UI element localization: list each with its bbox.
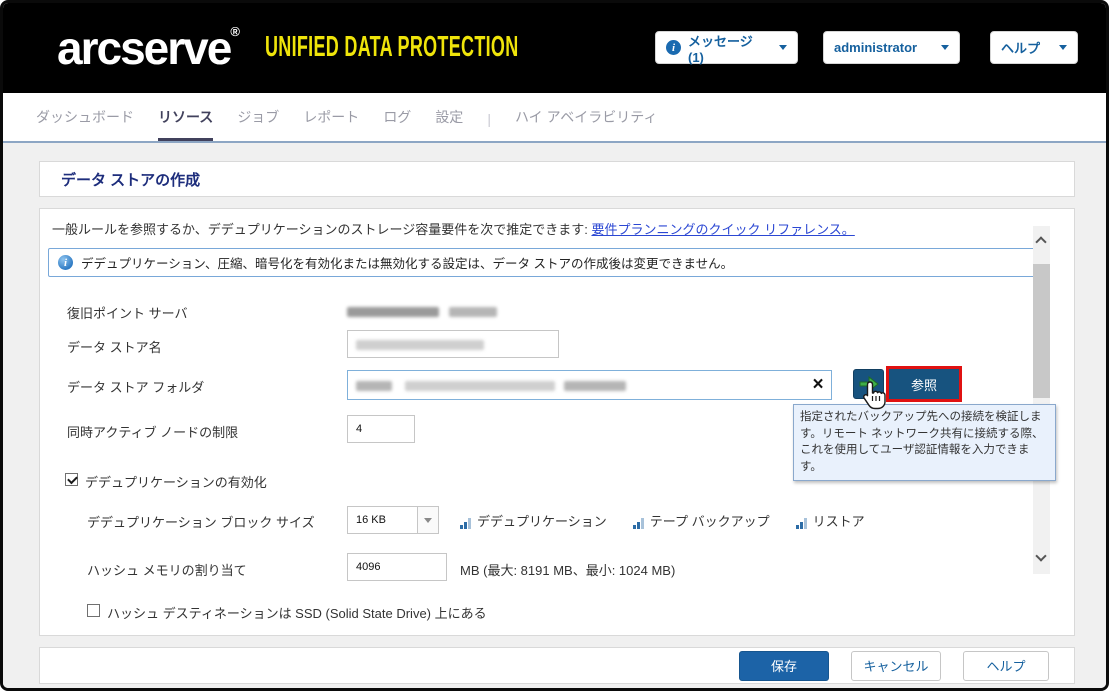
cancel-button[interactable]: キャンセル — [851, 651, 941, 681]
mouse-cursor-hand — [861, 380, 887, 415]
scroll-up-icon[interactable] — [1035, 236, 1046, 247]
redacted-value — [356, 340, 484, 350]
browse-button[interactable]: 参照 — [886, 366, 962, 402]
block-size-meters: デデュプリケーション テープ バックアップ リストア — [460, 506, 865, 534]
planning-reference-link[interactable]: 要件プランニングのクイック リファレンス。 — [591, 222, 854, 237]
redacted-value — [564, 381, 626, 391]
tab-high-availability[interactable]: ハイ アベイラビリティ — [515, 93, 658, 141]
tab-log[interactable]: ログ — [383, 93, 411, 141]
hash-memory-hint: MB (最大: 8191 MB、最小: 1024 MB) — [460, 560, 675, 579]
recovery-point-server-label: 復旧ポイント サーバ — [67, 303, 187, 322]
notice-banner: i デデュプリケーション、圧縮、暗号化を有効化または無効化する設定は、データ ス… — [48, 248, 1038, 277]
verify-button-tooltip: 指定されたバックアップ先への接続を検証します。リモート ネットワーク共有に接続す… — [793, 404, 1056, 481]
bar-meter-icon — [460, 518, 471, 530]
dedupe-enable-checkbox[interactable] — [65, 473, 78, 486]
concurrent-nodes-input[interactable] — [347, 415, 415, 443]
product-name: UNIFIED DATA PROTECTION — [265, 31, 519, 64]
scrollbar-thumb[interactable] — [1033, 264, 1050, 398]
data-store-folder-input[interactable] — [347, 370, 832, 400]
messages-button[interactable]: i メッセージ (1) — [655, 31, 798, 64]
help-button[interactable]: ヘルプ — [963, 651, 1049, 681]
action-bar: 保存 キャンセル ヘルプ — [39, 647, 1075, 684]
user-menu-label: administrator — [834, 40, 917, 55]
info-icon: i — [58, 255, 73, 270]
notice-text: デデュプリケーション、圧縮、暗号化を有効化または無効化する設定は、データ ストア… — [81, 253, 733, 272]
dedupe-enable-label: デデュプリケーションの有効化 — [85, 472, 267, 491]
main-navigation: ダッシュボード リソース ジョブ レポート ログ 設定 | ハイ アベイラビリテ… — [3, 93, 1106, 141]
data-store-folder-label: データ ストア フォルダ — [67, 377, 204, 396]
scroll-down-icon[interactable] — [1035, 550, 1046, 561]
hash-memory-input[interactable] — [347, 553, 447, 581]
chevron-down-icon — [1059, 45, 1067, 50]
meter-tape-backup: テープ バックアップ — [633, 511, 770, 530]
meter-restore: リストア — [796, 511, 865, 530]
app-header: arcserve® UNIFIED DATA PROTECTION i メッセー… — [3, 3, 1106, 93]
hash-memory-label: ハッシュ メモリの割り当て — [87, 560, 247, 579]
page-title: データ ストアの作成 — [61, 169, 200, 190]
block-size-label: デデュプリケーション ブロック サイズ — [87, 512, 315, 531]
arcserve-logo: arcserve® — [57, 21, 240, 75]
tab-resources[interactable]: リソース — [158, 93, 213, 141]
bar-meter-icon — [633, 518, 644, 530]
vertical-scrollbar[interactable] — [1033, 226, 1050, 574]
redacted-value — [356, 381, 392, 391]
clear-folder-icon[interactable]: × — [808, 375, 828, 395]
block-size-value: 16 KB — [348, 507, 417, 533]
user-menu-button[interactable]: administrator — [823, 31, 960, 64]
chevron-down-icon — [779, 45, 787, 50]
chevron-down-icon — [424, 518, 432, 523]
app-window: arcserve® UNIFIED DATA PROTECTION i メッセー… — [0, 0, 1109, 691]
block-size-select[interactable]: 16 KB — [347, 506, 439, 534]
select-dropdown-button[interactable] — [417, 507, 438, 533]
concurrent-nodes-label: 同時アクティブ ノードの制限 — [67, 422, 238, 441]
data-store-form-panel: 一般ルールを参照するか、デデュプリケーションのストレージ容量要件を次で推定できま… — [39, 208, 1075, 636]
ssd-checkbox-label: ハッシュ デスティネーションは SSD (Solid State Drive) … — [107, 603, 487, 622]
data-store-name-input[interactable] — [347, 330, 559, 358]
save-button[interactable]: 保存 — [739, 651, 829, 681]
tab-settings[interactable]: 設定 — [435, 93, 463, 141]
messages-button-label: メッセージ (1) — [688, 31, 772, 65]
chevron-down-icon — [941, 45, 949, 50]
tab-dashboard[interactable]: ダッシュボード — [36, 93, 134, 141]
tab-jobs[interactable]: ジョブ — [237, 93, 279, 141]
meter-deduplication: デデュプリケーション — [460, 511, 607, 530]
trademark-symbol: ® — [230, 24, 240, 39]
tab-reports[interactable]: レポート — [303, 93, 359, 141]
redacted-value — [405, 381, 555, 391]
content-area: データ ストアの作成 一般ルールを参照するか、デデュプリケーションのストレージ容… — [3, 143, 1106, 688]
ssd-checkbox[interactable] — [87, 604, 100, 617]
bar-meter-icon — [796, 518, 807, 530]
help-menu-label: ヘルプ — [1001, 38, 1040, 57]
info-icon: i — [666, 40, 681, 55]
recovery-point-server-value redacted-value — [347, 304, 497, 322]
help-menu-button[interactable]: ヘルプ — [990, 31, 1078, 64]
nav-separator: | — [487, 93, 491, 141]
data-store-name-label: データ ストア名 — [67, 337, 162, 356]
page-title-panel: データ ストアの作成 — [39, 161, 1075, 197]
intro-text: 一般ルールを参照するか、デデュプリケーションのストレージ容量要件を次で推定できま… — [52, 219, 855, 238]
